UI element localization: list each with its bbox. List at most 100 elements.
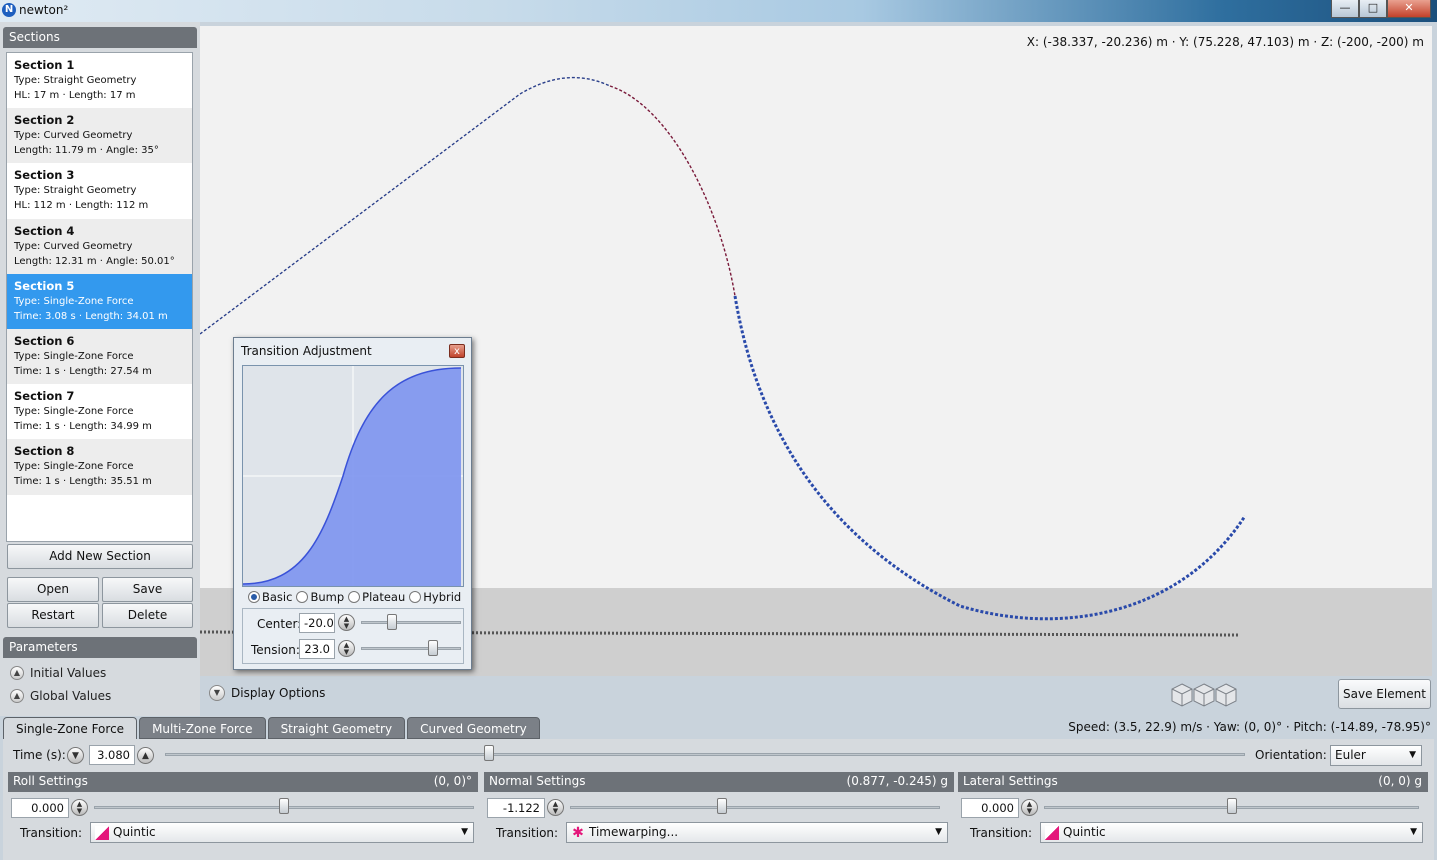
chevron-down-icon: ▼ <box>935 827 942 837</box>
roll-settings-header: Roll Settings (0, 0)° <box>8 772 478 792</box>
time-input[interactable]: 3.080 <box>89 745 135 765</box>
section-type: Type: Single-Zone Force <box>14 295 134 307</box>
mode-basic-radio[interactable]: Basic <box>248 590 292 604</box>
orientation-select[interactable]: Euler ▼ <box>1330 745 1422 766</box>
mode-plateau-radio[interactable]: Plateau <box>348 590 405 604</box>
chevron-down-icon: ▼ <box>1410 827 1417 837</box>
mode-radio-group: Basic Bump Plateau Hybrid <box>248 590 461 604</box>
time-slider-track[interactable] <box>165 753 1245 756</box>
section-list-item[interactable]: Section 8 Type: Single-Zone Force Time: 1 … <box>7 439 192 495</box>
time-increment-button[interactable]: ▲ <box>137 747 154 764</box>
center-label: Center: <box>257 617 302 631</box>
dialog-close-button[interactable]: x <box>449 344 465 358</box>
chevron-down-icon: ▼ <box>1409 750 1416 760</box>
transition-graph <box>242 365 464 587</box>
section-detail: Time: 1 s · Length: 34.99 m <box>14 421 152 433</box>
section-detail: Time: 1 s · Length: 35.51 m <box>14 476 152 488</box>
mode-hybrid-label: Hybrid <box>423 590 462 604</box>
section-detail: HL: 17 m · Length: 17 m <box>14 90 136 101</box>
roll-slider-thumb[interactable] <box>279 798 289 814</box>
section-type: Type: Straight Geometry <box>14 75 137 86</box>
roll-range: (0, 0)° <box>433 774 472 788</box>
coordinate-readout: X: (-38.337, -20.236) m · Y: (75.228, 47… <box>1026 35 1424 49</box>
roll-spinner[interactable]: ▲ ▼ <box>71 799 88 816</box>
section-list-item[interactable]: Section 1 Type: Straight Geometry HL: 17 m… <box>7 53 192 108</box>
parameters-header: Parameters <box>3 637 197 658</box>
time-slider-thumb[interactable] <box>484 745 494 761</box>
lateral-value-input[interactable]: 0.000 <box>961 798 1019 818</box>
tab-single-zone-force[interactable]: Single-Zone Force <box>3 717 138 739</box>
center-slider-track[interactable] <box>361 621 461 624</box>
section-type: Type: Single-Zone Force <box>14 350 134 362</box>
app-icon: N <box>2 3 16 17</box>
tab-curved-geometry[interactable]: Curved Geometry <box>407 717 540 739</box>
quintic-swatch-icon <box>1045 825 1059 840</box>
center-spinner[interactable]: ▲ ▼ <box>338 614 355 631</box>
section-list-item[interactable]: Section 6 Type: Single-Zone Force Time: 1 … <box>7 328 192 385</box>
quintic-swatch-icon <box>95 825 109 840</box>
normal-value-input[interactable]: -1.122 <box>487 798 545 818</box>
lateral-slider-thumb[interactable] <box>1226 798 1237 814</box>
roll-transition-select[interactable]: Quintic ▼ <box>90 822 474 843</box>
lateral-transition-select[interactable]: Quintic ▼ <box>1040 822 1423 843</box>
save-element-button[interactable]: Save Element <box>1338 679 1431 709</box>
center-slider-thumb[interactable] <box>387 614 397 630</box>
save-button[interactable]: Save <box>102 577 193 602</box>
section-list-item[interactable]: Section 4 Type: Curved Geometry Length: 12… <box>7 218 192 274</box>
delete-button[interactable]: Delete <box>102 603 193 628</box>
normal-transition-select[interactable]: ✱ Timewarping... ▼ <box>566 822 948 843</box>
tab-multi-zone-force[interactable]: Multi-Zone Force <box>139 717 266 739</box>
add-new-section-button[interactable]: Add New Section <box>7 544 193 569</box>
tension-spinner[interactable]: ▲ ▼ <box>338 640 355 657</box>
section-list-item[interactable]: Section 2 Type: Curved Geometry Length: 11… <box>7 108 192 164</box>
display-options-toggle[interactable]: ▼ Display Options <box>209 685 325 701</box>
display-options-label: Display Options <box>231 686 326 700</box>
mode-bump-label: Bump <box>310 590 345 604</box>
track-segment-drop <box>733 295 1247 621</box>
radio-dot <box>409 591 422 603</box>
mode-bump-radio[interactable]: Bump <box>296 590 344 604</box>
lateral-spinner[interactable]: ▲ ▼ <box>1021 799 1038 816</box>
roll-settings-group: Roll Settings (0, 0)° 0.000 ▲ ▼ Transition… <box>8 772 478 856</box>
tension-slider-track[interactable] <box>361 647 461 650</box>
lateral-transition-value: Quintic <box>1063 825 1106 839</box>
initial-values-item[interactable]: ▲ Initial Values <box>10 666 106 680</box>
mode-hybrid-radio[interactable]: Hybrid <box>409 590 461 604</box>
center-input[interactable]: -20.0 <box>299 613 335 633</box>
expand-icon: ▲ <box>10 689 24 703</box>
section-list-item[interactable]: Section 7 Type: Single-Zone Force Time: 1 … <box>7 384 192 439</box>
section-detail: Time: 1 s · Length: 27.54 m <box>14 365 152 377</box>
section-type: Type: Curved Geometry <box>14 240 133 252</box>
time-decrement-button[interactable]: ▼ <box>67 747 84 764</box>
transition-adjustment-dialog: Transition Adjustment x Basic Bump Plate… <box>233 337 472 670</box>
section-list[interactable]: Section 1 Type: Straight Geometry HL: 17 m… <box>6 52 193 542</box>
restart-button[interactable]: Restart <box>7 603 99 628</box>
normal-slider-track[interactable] <box>570 806 940 809</box>
radio-dot <box>296 591 309 603</box>
close-button[interactable]: ✕ <box>1387 0 1431 18</box>
chevron-down-icon: ▼ <box>461 827 468 837</box>
title-bar: N newton² — □ ✕ <box>0 0 1437 22</box>
tab-straight-geometry[interactable]: Straight Geometry <box>267 717 406 739</box>
roll-value-input[interactable]: 0.000 <box>11 798 69 818</box>
open-button[interactable]: Open <box>7 577 99 602</box>
minimize-button[interactable]: — <box>1331 0 1359 18</box>
normal-spinner[interactable]: ▲ ▼ <box>547 799 564 816</box>
lateral-settings-group: Lateral Settings (0, 0) g 0.000 ▲ ▼ Transi… <box>958 772 1428 856</box>
section-name: Section 4 <box>14 223 75 238</box>
normal-slider-thumb[interactable] <box>716 798 727 814</box>
tension-input[interactable]: 23.0 <box>299 639 335 659</box>
global-values-item[interactable]: ▲ Global Values <box>10 689 111 703</box>
cube-view-icon[interactable] <box>1212 681 1240 709</box>
section-list-item[interactable]: Section 5 Type: Single-Zone Force Time: 3.… <box>7 273 192 329</box>
section-list-item[interactable]: Section 3 Type: Straight Geometry HL: 112 … <box>7 163 192 218</box>
window-controls: — □ ✕ <box>1331 0 1431 18</box>
initial-values-label: Initial Values <box>30 666 107 680</box>
tension-slider-thumb[interactable] <box>428 640 438 656</box>
maximize-button[interactable]: □ <box>1359 0 1387 18</box>
roll-settings-title: Roll Settings <box>13 774 88 788</box>
section-name: Section 2 <box>14 113 75 128</box>
speed-status: Speed: (3.5, 22.9) m/s · Yaw: (0, 0)° · … <box>1068 720 1431 734</box>
transition-area <box>243 368 461 586</box>
track-segment-rise <box>200 76 611 335</box>
